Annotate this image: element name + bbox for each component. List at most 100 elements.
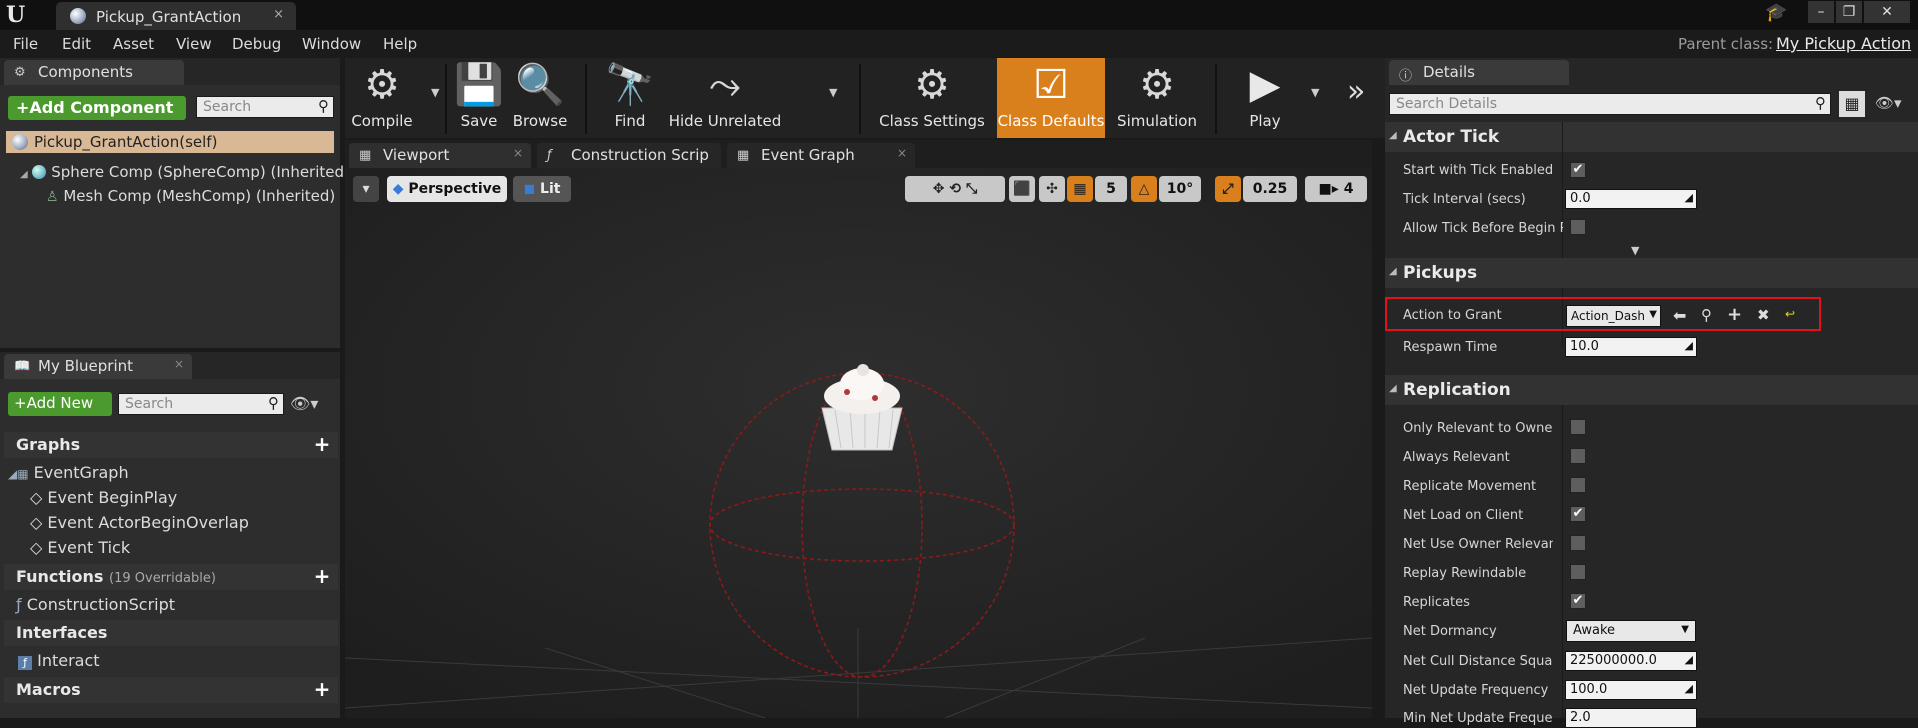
graphs-section-header[interactable]: Graphs +: [4, 432, 338, 458]
tab-event-graph[interactable]: ▦ Event Graph ×: [727, 143, 915, 168]
pickups-category[interactable]: ◢ Pickups: [1385, 258, 1918, 288]
close-tab-icon[interactable]: ×: [174, 357, 184, 371]
function-item-constructionscript[interactable]: ƒ ConstructionScript: [16, 595, 175, 614]
net-use-owner-relevancy-checkbox[interactable]: [1570, 535, 1586, 551]
graph-item-actorbeginoverlap[interactable]: ◇ Event ActorBeginOverlap: [30, 513, 249, 532]
components-search-input[interactable]: Search ⚲: [196, 96, 334, 118]
min-net-update-frequency-field[interactable]: 2.0: [1565, 708, 1697, 728]
minimize-button[interactable]: –: [1808, 1, 1834, 23]
play-dropdown-icon[interactable]: ▼: [1311, 86, 1319, 99]
viewport-canvas[interactable]: ▾ ◆ Perspective ◼ Lit ✥ ⟲ ⤡ ⬛ ✣ ▦ 5 △ 10…: [345, 168, 1372, 718]
scale-snap-toggle-icon[interactable]: ⤢: [1215, 176, 1241, 202]
graph-item-eventgraph[interactable]: ◢▦ EventGraph: [8, 463, 129, 482]
browse-button[interactable]: 🔍 Browse: [505, 58, 575, 138]
respawn-time-field[interactable]: 10.0 ◢: [1565, 337, 1697, 357]
world-local-icon[interactable]: ✣: [1039, 176, 1065, 202]
close-window-button[interactable]: ✕: [1864, 1, 1910, 23]
allow-tick-checkbox[interactable]: [1570, 219, 1586, 235]
tab-my-blueprint[interactable]: 📖 My Blueprint ×: [4, 354, 192, 379]
always-relevant-checkbox[interactable]: [1570, 448, 1586, 464]
toolbar-overflow-icon[interactable]: »: [1347, 74, 1365, 109]
tick-interval-field[interactable]: 0.0 ◢: [1565, 189, 1697, 209]
component-mesh-row[interactable]: ♙ Mesh Comp (MeshComp) (Inherited): [46, 187, 335, 205]
search-icon: ⚲: [268, 394, 279, 412]
hide-unrelated-button[interactable]: ⤳ Hide Unrelated: [663, 58, 787, 138]
component-sphere-row[interactable]: ◢ Sphere Comp (SphereComp) (Inherited): [20, 163, 350, 181]
blueprint-search-input[interactable]: Search ⚲: [118, 393, 284, 415]
details-search-input[interactable]: Search Details ⚲: [1389, 93, 1831, 115]
collapse-arrow-icon: ◢: [1389, 266, 1397, 277]
document-tab[interactable]: Pickup_GrantAction ×: [56, 2, 296, 30]
add-graph-button[interactable]: +: [312, 434, 332, 455]
net-update-frequency-field[interactable]: 100.0 ◢: [1565, 680, 1697, 700]
parent-class-link[interactable]: My Pickup Action: [1776, 34, 1911, 53]
net-dormancy-value: Awake: [1573, 623, 1616, 638]
simulation-button[interactable]: ⚙ Simulation: [1111, 58, 1203, 138]
add-new-button[interactable]: +Add New: [8, 392, 112, 416]
functions-section-header[interactable]: Functions (19 Overridable) +: [4, 564, 338, 590]
viewport-options-dropdown[interactable]: ▾: [353, 176, 379, 202]
lit-button[interactable]: ◼ Lit: [513, 176, 571, 202]
graph-item-beginplay[interactable]: ◇ Event BeginPlay: [30, 488, 177, 507]
component-self-label: Pickup_GrantAction(self): [34, 133, 218, 151]
replication-category[interactable]: ◢ Replication: [1385, 375, 1918, 405]
transform-tools-group[interactable]: ✥ ⟲ ⤡: [905, 176, 1005, 202]
menu-asset[interactable]: Asset: [113, 35, 154, 53]
replicate-movement-checkbox[interactable]: [1570, 477, 1586, 493]
menu-help[interactable]: Help: [383, 35, 417, 53]
surface-snap-icon[interactable]: ⬛: [1009, 176, 1035, 202]
class-defaults-button[interactable]: ☑ Class Defaults: [997, 58, 1105, 138]
advanced-expand-icon[interactable]: ▼: [1631, 244, 1639, 257]
close-tab-icon[interactable]: ×: [897, 146, 907, 160]
net-dormancy-dropdown[interactable]: Awake ▼: [1566, 620, 1696, 642]
tab-construction-script[interactable]: ƒ Construction Scrip: [537, 143, 721, 168]
menu-debug[interactable]: Debug: [232, 35, 281, 53]
camera-speed-button[interactable]: ■▸ 4: [1305, 176, 1367, 202]
maximize-button[interactable]: ❐: [1836, 1, 1862, 23]
menu-window[interactable]: Window: [302, 35, 361, 53]
visibility-eye-icon[interactable]: 👁▾: [290, 394, 318, 413]
tab-viewport[interactable]: ▦ Viewport ×: [349, 143, 531, 168]
class-settings-button[interactable]: ⚙ Class Settings: [873, 58, 991, 138]
replicates-checkbox[interactable]: ✔: [1570, 593, 1586, 609]
tab-components[interactable]: ⚙ Components: [4, 60, 184, 85]
blueprint-icon: [70, 8, 86, 24]
only-relevant-to-owner-checkbox[interactable]: [1570, 419, 1586, 435]
compile-dropdown-icon[interactable]: ▼: [431, 86, 439, 99]
replay-rewindable-checkbox[interactable]: [1570, 564, 1586, 580]
macros-section-header[interactable]: Macros +: [4, 677, 338, 703]
compile-button[interactable]: ⚙ Compile: [345, 58, 419, 138]
unreal-logo-icon[interactable]: U: [6, 2, 32, 28]
rotation-snap-value[interactable]: 10°: [1159, 176, 1201, 202]
net-load-on-client-checkbox[interactable]: ✔: [1570, 506, 1586, 522]
grid-snap-toggle-icon[interactable]: ▦: [1067, 176, 1093, 202]
lit-cube-icon: ◼: [523, 181, 536, 197]
graduation-cap-icon[interactable]: 🎓: [1765, 2, 1789, 24]
grid-snap-value[interactable]: 5: [1095, 176, 1127, 202]
close-tab-icon[interactable]: ×: [513, 146, 523, 160]
start-with-tick-checkbox[interactable]: ✔: [1570, 162, 1586, 178]
visibility-eye-icon[interactable]: 👁▾: [1875, 94, 1902, 112]
scale-snap-value[interactable]: 0.25: [1243, 176, 1297, 202]
play-button[interactable]: ▶ Play: [1225, 58, 1305, 138]
menu-file[interactable]: File: [13, 35, 38, 53]
graph-item-tick[interactable]: ◇ Event Tick: [30, 538, 130, 557]
find-button[interactable]: 🔭 Find: [597, 58, 663, 138]
tab-details[interactable]: ⓘ Details: [1389, 60, 1569, 85]
perspective-button[interactable]: ◆ Perspective: [387, 176, 507, 202]
interfaces-section-header[interactable]: Interfaces: [4, 620, 338, 646]
hide-unrelated-dropdown-icon[interactable]: ▼: [829, 86, 837, 99]
rotation-snap-toggle-icon[interactable]: △: [1131, 176, 1157, 202]
net-cull-distance-field[interactable]: 225000000.0 ◢: [1565, 651, 1697, 671]
add-function-button[interactable]: +: [312, 566, 332, 587]
save-button[interactable]: 💾 Save: [453, 58, 505, 138]
interface-item-interact[interactable]: ƒ Interact: [18, 651, 100, 670]
menu-view[interactable]: View: [176, 35, 212, 53]
component-self-row[interactable]: Pickup_GrantAction(self): [6, 131, 334, 153]
actor-tick-category[interactable]: ◢ Actor Tick: [1385, 122, 1918, 152]
add-macro-button[interactable]: +: [312, 679, 332, 700]
property-matrix-icon[interactable]: ▦: [1839, 91, 1865, 117]
close-tab-icon[interactable]: ×: [273, 7, 284, 22]
menu-edit[interactable]: Edit: [62, 35, 91, 53]
add-component-button[interactable]: +Add Component: [8, 96, 186, 120]
